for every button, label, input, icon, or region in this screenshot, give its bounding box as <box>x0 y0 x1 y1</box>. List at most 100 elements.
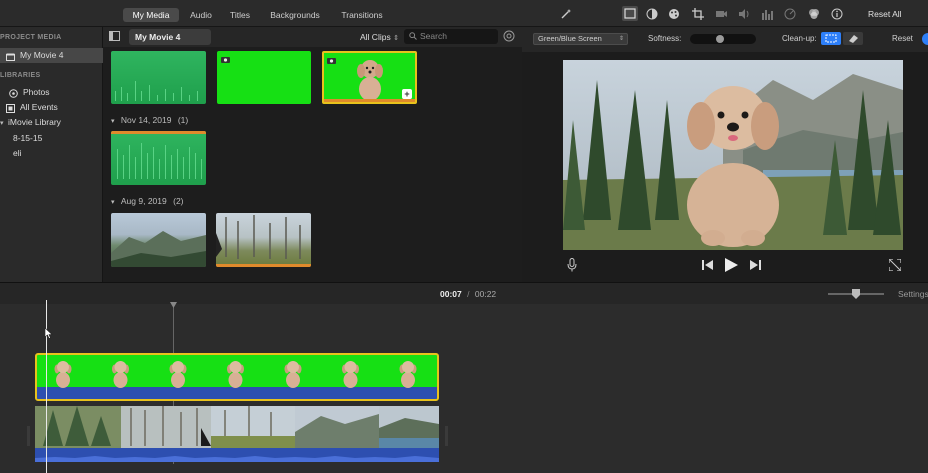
events-icon <box>6 103 15 113</box>
main-filmstrip <box>35 406 439 448</box>
media-tab-bar: My Media Audio Titles Backgrounds Transi… <box>0 0 522 27</box>
libraries-sidebar: PROJECT MEDIA My Movie 4 LIBRARIES Photo… <box>0 27 103 282</box>
mountain-scene <box>111 231 206 267</box>
dog-green-screen-clip-thumbnail[interactable]: + <box>322 51 417 104</box>
browser-toolbar: My Movie 4 All Clips ⇕ Search <box>103 27 522 47</box>
audio-clip-thumbnail[interactable] <box>111 131 206 185</box>
main-video-clip[interactable] <box>35 406 439 448</box>
timeline[interactable] <box>0 300 928 473</box>
tab-my-media[interactable]: My Media <box>123 8 179 22</box>
search-field[interactable]: Search <box>404 29 498 44</box>
overlay-thumbnail <box>284 361 302 388</box>
cleanup-crop-button[interactable] <box>821 32 841 45</box>
add-plus-icon[interactable]: + <box>402 89 412 99</box>
sidebar-item-label: Photos <box>23 87 50 97</box>
used-range-bar <box>216 264 311 267</box>
trim-handle-left[interactable] <box>27 426 30 446</box>
date-group-header[interactable]: ▾ Nov 14, 2019 (1) <box>111 115 188 125</box>
zoom-slider[interactable] <box>828 289 884 299</box>
mouse-cursor-icon <box>44 327 53 341</box>
video-preview[interactable] <box>563 60 903 250</box>
overlay-thumbnail <box>54 361 72 388</box>
date-group-label: Aug 9, 2019 <box>120 196 167 206</box>
tab-transitions[interactable]: Transitions <box>332 8 392 22</box>
play-icon[interactable] <box>725 258 738 274</box>
effect-enable-toggle[interactable] <box>922 33 928 45</box>
equalizer-icon[interactable] <box>761 8 773 22</box>
current-time: 00:07 <box>440 289 462 299</box>
tab-titles[interactable]: Titles <box>222 8 258 22</box>
clip-filter-icon[interactable] <box>808 8 820 22</box>
used-range-bar <box>111 131 206 134</box>
sidebar-toggle-icon[interactable] <box>109 31 120 43</box>
date-group-header[interactable]: ▾ Aug 9, 2019 (2) <box>111 196 184 206</box>
magic-wand-icon[interactable] <box>560 8 572 22</box>
sidebar-item-imovie-library[interactable]: ▾ iMovie Library <box>0 115 103 130</box>
stabilization-icon[interactable] <box>715 8 727 22</box>
libraries-header: LIBRARIES <box>0 72 41 79</box>
green-screen-overlay-clip[interactable] <box>35 353 439 401</box>
overlay-thumbnail <box>169 361 187 388</box>
softness-slider[interactable] <box>690 34 756 44</box>
clips-filter-select[interactable]: All Clips ⇕ <box>360 30 399 46</box>
softness-slider-knob[interactable] <box>716 35 724 43</box>
overlay-effect-select[interactable]: Green/Blue Screen ⇕ <box>533 33 628 45</box>
updown-chevron-icon: ⇕ <box>618 36 624 42</box>
trim-handle-right[interactable] <box>445 426 448 446</box>
skip-back-icon[interactable] <box>702 260 713 272</box>
date-group-label: Nov 14, 2019 <box>120 115 172 125</box>
sidebar-item-all-events[interactable]: All Events <box>0 100 103 115</box>
overlay-thumbnail <box>342 361 359 388</box>
mountain-clip-thumbnail[interactable] <box>111 213 206 267</box>
browser-settings-icon[interactable] <box>503 30 515 44</box>
media-browser: My Movie 4 All Clips ⇕ Search + ▾ Nov 14… <box>103 27 522 282</box>
disclosure-triangle-icon: ▾ <box>111 118 115 125</box>
tab-audio[interactable]: Audio <box>182 8 220 22</box>
sidebar-item-label: My Movie 4 <box>20 50 64 60</box>
tab-backgrounds[interactable]: Backgrounds <box>262 8 328 22</box>
reset-all-button[interactable]: Reset All <box>868 9 902 19</box>
timecode: 00:07 / 00:22 <box>440 289 496 299</box>
skip-forward-icon[interactable] <box>750 260 761 272</box>
timeline-header: 00:07 / 00:22 Settings <box>0 282 928 304</box>
crop-icon[interactable] <box>692 8 704 22</box>
sidebar-item-event-8-15-15[interactable]: 8-15-15 <box>0 131 103 146</box>
audio-waveform-graphic <box>35 456 439 462</box>
green-screen-controls: Green/Blue Screen ⇕ Softness: Clean-up: … <box>522 27 928 52</box>
adjustments-toolbar: Reset All <box>522 0 928 27</box>
speed-icon[interactable] <box>784 8 796 22</box>
timeline-settings-button[interactable]: Settings <box>898 289 928 299</box>
sidebar-item-photos[interactable]: Photos <box>0 85 103 100</box>
forest-scene <box>216 215 301 259</box>
softness-label: Softness: <box>648 34 682 43</box>
color-balance-icon[interactable] <box>646 8 658 22</box>
fullscreen-icon[interactable] <box>888 258 902 273</box>
playhead[interactable] <box>46 300 47 473</box>
photos-icon <box>9 88 18 98</box>
volume-icon[interactable] <box>738 8 750 22</box>
disclosure-triangle-icon[interactable]: ▾ <box>0 116 8 131</box>
green-screen-clip-thumbnail[interactable] <box>217 51 311 104</box>
overlay-thumbnail <box>399 361 417 388</box>
audio-clip-thumbnail[interactable] <box>111 51 206 104</box>
skimmer-marker[interactable] <box>170 302 177 308</box>
video-overlay-settings-icon[interactable] <box>622 6 638 21</box>
color-correction-icon[interactable] <box>668 8 680 22</box>
info-icon[interactable] <box>831 8 843 22</box>
main-audio-waveform <box>35 448 439 462</box>
reset-button[interactable]: Reset <box>892 34 913 43</box>
preview-scene <box>563 60 903 250</box>
sidebar-item-label: 8-15-15 <box>13 133 43 143</box>
sidebar-item-event-eli[interactable]: eli <box>0 146 103 161</box>
overlay-thumbnail <box>112 361 129 388</box>
microphone-icon[interactable] <box>567 258 577 274</box>
cleanup-eraser-button[interactable] <box>843 32 863 45</box>
sidebar-item-label: All Events <box>20 102 58 112</box>
sidebar-item-my-movie-4[interactable]: My Movie 4 <box>0 48 103 63</box>
zoom-slider-knob[interactable] <box>852 289 860 299</box>
dog-silhouette <box>357 60 383 101</box>
project-media-header: PROJECT MEDIA <box>0 34 62 41</box>
updown-chevron-icon: ⇕ <box>393 35 399 42</box>
search-icon <box>409 32 417 42</box>
forest-clip-thumbnail[interactable] <box>216 213 311 267</box>
